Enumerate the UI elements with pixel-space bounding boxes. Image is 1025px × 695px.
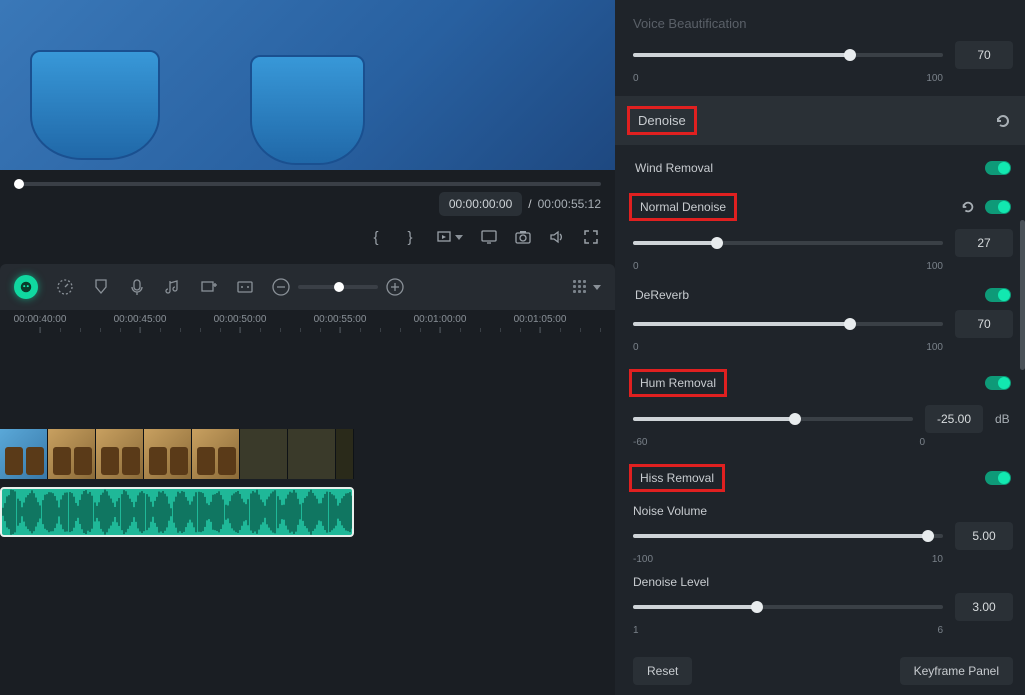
hum-removal-label: Hum Removal — [629, 369, 727, 397]
zoom-slider[interactable] — [298, 285, 378, 289]
display-icon[interactable] — [481, 229, 497, 245]
denoise-label: Denoise — [627, 106, 697, 135]
marker-icon[interactable] — [92, 278, 110, 296]
noise-volume-label: Noise Volume — [633, 500, 1013, 522]
hum-removal-unit: dB — [995, 412, 1013, 426]
timecode-separator: / — [528, 197, 531, 211]
brace-close-icon[interactable]: } — [402, 229, 418, 245]
denoise-level-label: Denoise Level — [633, 571, 1013, 593]
keyframe-panel-button[interactable]: Keyframe Panel — [900, 657, 1013, 685]
dereverb-value[interactable]: 70 — [955, 310, 1013, 338]
wind-removal-toggle[interactable] — [985, 161, 1011, 175]
timeline-tracks[interactable] — [0, 346, 615, 606]
timeline-ruler[interactable]: 00:00:40:0000:00:45:0000:00:50:0000:00:5… — [0, 310, 615, 346]
aspect-icon[interactable] — [236, 278, 254, 296]
fullscreen-icon[interactable] — [583, 229, 599, 245]
audio-clip[interactable] — [0, 487, 354, 537]
hum-removal-value[interactable]: -25.00 — [925, 405, 983, 433]
ai-tools-icon[interactable] — [14, 275, 38, 299]
snapshot-icon[interactable] — [515, 229, 531, 245]
left-panel: 00:00:00:00 / 00:00:55:12 { } — [0, 0, 615, 695]
audio-track[interactable] — [0, 487, 615, 541]
reset-button[interactable]: Reset — [633, 657, 692, 685]
timecode-current[interactable]: 00:00:00:00 — [439, 192, 522, 216]
brace-open-icon[interactable]: { — [368, 229, 384, 245]
volume-icon[interactable] — [549, 229, 565, 245]
dereverb-slider[interactable] — [633, 322, 943, 326]
voice-beautification-value[interactable]: 70 — [955, 41, 1013, 69]
audio-track-icon[interactable] — [164, 278, 182, 296]
video-track[interactable] — [0, 426, 615, 481]
voiceover-icon[interactable] — [128, 278, 146, 296]
hum-removal-slider[interactable] — [633, 417, 913, 421]
normal-denoise-label: Normal Denoise — [629, 193, 737, 221]
timeline-toolbar — [0, 264, 615, 310]
properties-panel: Voice Beautification 70 0100 Denoise Win… — [615, 0, 1025, 695]
normal-denoise-value[interactable]: 27 — [955, 229, 1013, 257]
denoise-level-slider[interactable] — [633, 605, 943, 609]
noise-volume-value[interactable]: 5.00 — [955, 522, 1013, 550]
timecode-total: 00:00:55:12 — [538, 197, 601, 211]
wind-removal-label: Wind Removal — [635, 161, 713, 175]
video-preview[interactable] — [0, 0, 615, 170]
zoom-in-icon[interactable] — [386, 278, 404, 296]
reset-normal-denoise-icon[interactable] — [961, 200, 975, 214]
crop-extend-icon[interactable] — [200, 278, 218, 296]
denoise-level-value[interactable]: 3.00 — [955, 593, 1013, 621]
reset-denoise-icon[interactable] — [995, 113, 1011, 129]
noise-volume-slider[interactable] — [633, 534, 943, 538]
playback-options[interactable] — [436, 229, 463, 245]
hum-removal-toggle[interactable] — [985, 376, 1011, 390]
dereverb-toggle[interactable] — [985, 288, 1011, 302]
voice-beautification-slider[interactable] — [633, 53, 943, 57]
normal-denoise-slider[interactable] — [633, 241, 943, 245]
hiss-removal-toggle[interactable] — [985, 471, 1011, 485]
zoom-out-icon[interactable] — [272, 278, 290, 296]
speed-icon[interactable] — [56, 278, 74, 296]
video-progress-bar[interactable] — [14, 182, 601, 186]
dereverb-label: DeReverb — [635, 288, 689, 302]
normal-denoise-toggle[interactable] — [985, 200, 1011, 214]
denoise-section-header[interactable]: Denoise — [615, 96, 1025, 145]
voice-beautification-label: Voice Beautification — [633, 8, 1013, 41]
hiss-removal-label: Hiss Removal — [629, 464, 725, 492]
layout-mode[interactable] — [573, 280, 601, 294]
scrollbar[interactable] — [1020, 220, 1025, 370]
